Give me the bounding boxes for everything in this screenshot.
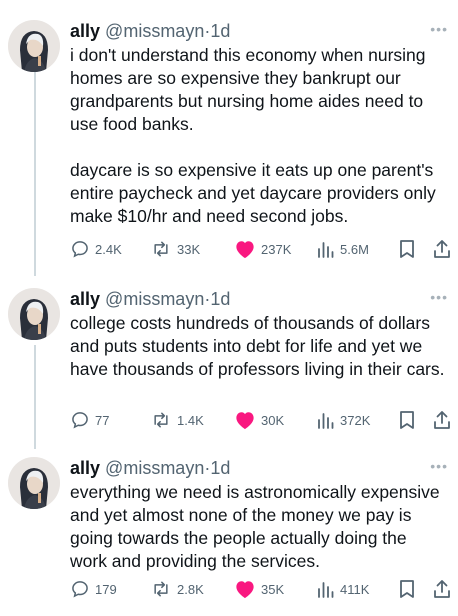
share-button[interactable] bbox=[432, 409, 452, 431]
share-button[interactable] bbox=[432, 578, 452, 600]
timestamp[interactable]: 1d bbox=[210, 458, 230, 478]
retweet-count: 33K bbox=[177, 241, 201, 257]
tweet-text: college costs hundreds of thousands of d… bbox=[70, 312, 448, 381]
user-handle[interactable]: @missmayn bbox=[105, 458, 204, 478]
bookmark-button[interactable] bbox=[398, 578, 416, 600]
heart-filled-icon bbox=[236, 412, 254, 430]
tweet-paragraph: everything we need is astronomically exp… bbox=[70, 482, 440, 571]
share-upload-icon bbox=[434, 580, 450, 598]
share-button[interactable] bbox=[432, 238, 452, 260]
reply-bubble-icon bbox=[72, 241, 88, 258]
views-button[interactable]: 5.6M bbox=[317, 238, 369, 260]
retweet-arrows-icon bbox=[154, 241, 168, 257]
tweet[interactable]: ally @missmayn·1d ••• i don't understand… bbox=[0, 20, 458, 270]
retweet-arrows-icon bbox=[154, 412, 168, 428]
like-button[interactable]: 30K bbox=[234, 409, 284, 431]
more-dots-icon[interactable]: ••• bbox=[430, 21, 448, 37]
more-dots-icon[interactable]: ••• bbox=[430, 458, 448, 474]
tweet-header: ally @missmayn·1d bbox=[70, 457, 230, 479]
reply-button[interactable]: 2.4K bbox=[70, 238, 122, 260]
share-upload-icon bbox=[434, 411, 450, 429]
heart-filled-icon bbox=[236, 241, 254, 259]
views-button[interactable]: 411K bbox=[317, 578, 369, 600]
bookmark-button[interactable] bbox=[398, 238, 416, 260]
like-button[interactable]: 35K bbox=[234, 578, 284, 600]
bookmark-icon bbox=[400, 411, 414, 429]
display-name[interactable]: ally bbox=[70, 21, 100, 41]
display-name[interactable]: ally bbox=[70, 458, 100, 478]
heart-filled-icon bbox=[236, 581, 254, 599]
tweet[interactable]: ally @missmayn·1d ••• college costs hund… bbox=[0, 288, 458, 438]
more-dots-icon[interactable]: ••• bbox=[430, 289, 448, 305]
retweet-button[interactable]: 33K bbox=[150, 238, 200, 260]
bookmark-icon bbox=[400, 580, 414, 598]
bar-chart-icon bbox=[318, 242, 334, 258]
avatar[interactable] bbox=[8, 457, 60, 509]
tweet-paragraph: college costs hundreds of thousands of d… bbox=[70, 313, 445, 379]
bookmark-icon bbox=[400, 240, 414, 258]
like-count: 237K bbox=[261, 241, 292, 257]
action-bar: 179 2.8K 35K 411K bbox=[70, 578, 455, 600]
view-count: 372K bbox=[340, 412, 371, 428]
reply-count: 77 bbox=[95, 412, 110, 428]
share-upload-icon bbox=[434, 240, 450, 258]
retweet-button[interactable]: 1.4K bbox=[150, 409, 204, 431]
action-bar: 2.4K 33K 237K 5.6M bbox=[70, 238, 455, 260]
like-button[interactable]: 237K bbox=[234, 238, 291, 260]
view-count: 411K bbox=[340, 581, 370, 597]
reply-count: 179 bbox=[95, 581, 117, 597]
retweet-count: 1.4K bbox=[177, 412, 204, 428]
reply-bubble-icon bbox=[72, 412, 88, 429]
reply-bubble-icon bbox=[72, 581, 88, 598]
action-bar: 77 1.4K 30K 372K bbox=[70, 409, 455, 431]
retweet-count: 2.8K bbox=[177, 581, 204, 597]
reply-count: 2.4K bbox=[95, 241, 122, 257]
tweet-text: i don't understand this economy when nur… bbox=[70, 44, 448, 228]
user-handle[interactable]: @missmayn bbox=[105, 21, 204, 41]
user-handle[interactable]: @missmayn bbox=[105, 289, 204, 309]
timestamp[interactable]: 1d bbox=[210, 289, 230, 309]
retweet-button[interactable]: 2.8K bbox=[150, 578, 204, 600]
tweet-header: ally @missmayn·1d bbox=[70, 20, 230, 42]
view-count: 5.6M bbox=[340, 241, 369, 257]
tweet-paragraph: daycare is so expensive it eats up one p… bbox=[70, 160, 436, 226]
reply-button[interactable]: 179 bbox=[70, 578, 117, 600]
like-count: 30K bbox=[261, 412, 285, 428]
timestamp[interactable]: 1d bbox=[210, 21, 230, 41]
views-button[interactable]: 372K bbox=[317, 409, 370, 431]
retweet-arrows-icon bbox=[154, 581, 168, 597]
display-name[interactable]: ally bbox=[70, 289, 100, 309]
bar-chart-icon bbox=[318, 582, 334, 598]
tweet[interactable]: ally @missmayn·1d ••• everything we need… bbox=[0, 457, 458, 607]
bookmark-button[interactable] bbox=[398, 409, 416, 431]
like-count: 35K bbox=[261, 581, 285, 597]
tweet-text: everything we need is astronomically exp… bbox=[70, 481, 448, 573]
reply-button[interactable]: 77 bbox=[70, 409, 109, 431]
tweet-paragraph: i don't understand this economy when nur… bbox=[70, 45, 426, 134]
tweet-header: ally @missmayn·1d bbox=[70, 288, 230, 310]
avatar[interactable] bbox=[8, 20, 60, 72]
avatar[interactable] bbox=[8, 288, 60, 340]
bar-chart-icon bbox=[318, 413, 334, 429]
